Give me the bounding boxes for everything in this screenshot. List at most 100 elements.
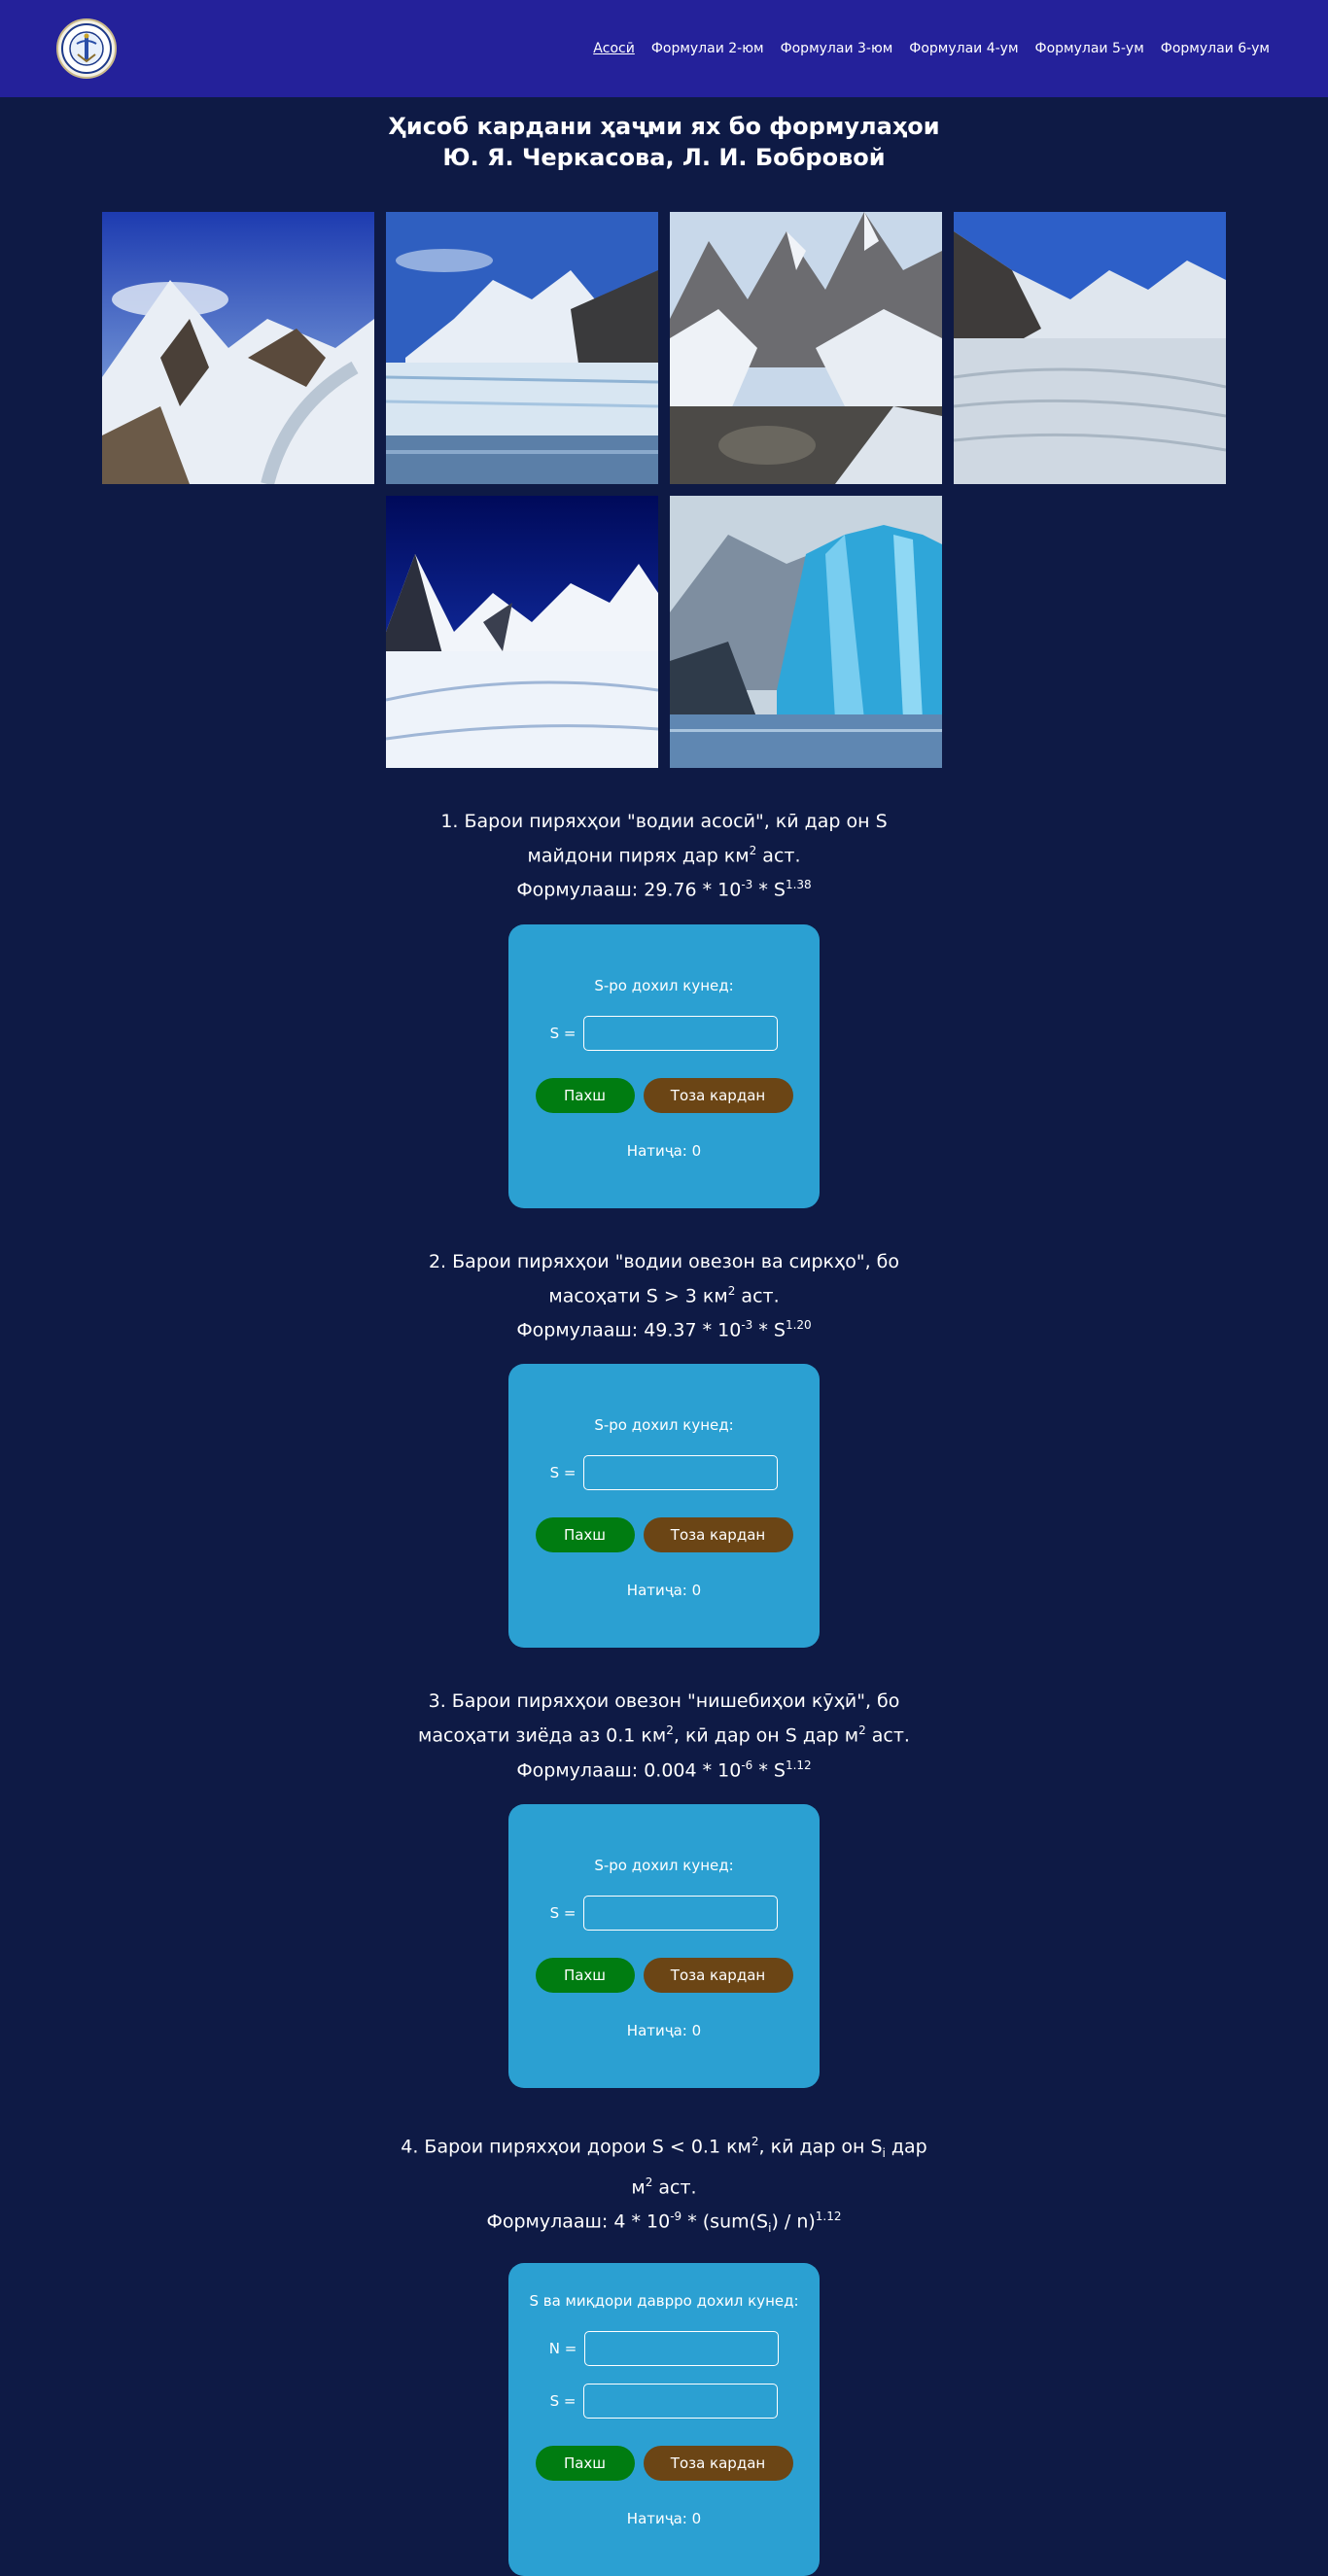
description-text: 4. Барои пиряхҳои дорои S < 0.1 км <box>401 2136 751 2158</box>
input-row: S = <box>508 2383 820 2419</box>
s-input[interactable] <box>583 2383 779 2419</box>
formula-text: * S <box>752 1758 786 1781</box>
formula-description: 3. Барои пиряхҳои овезон "нишебиҳои кӯҳӣ… <box>392 1687 936 1785</box>
page-title: Ҳисоб кардани ҳаҷми ях бо формулаҳои Ю. … <box>0 111 1328 173</box>
clear-button[interactable]: Тоза кардан <box>643 1517 793 1553</box>
superscript: 1.20 <box>785 1317 812 1332</box>
n-input-label: N = <box>548 2339 577 2357</box>
calculate-button[interactable]: Пахш <box>535 2445 635 2481</box>
clear-button[interactable]: Тоза кардан <box>643 2445 793 2481</box>
result-text: Натиҷа: 0 <box>626 2509 702 2527</box>
description-line: 4. Барои пиряхҳои дорои S < 0.1 км2, кӣ … <box>392 2127 936 2168</box>
description-line: масоҳати зиёда аз 0.1 км2, кӣ дар он S д… <box>392 1716 936 1750</box>
result-text: Натиҷа: 0 <box>626 1141 702 1160</box>
calculate-button[interactable]: Пахш <box>535 1077 635 1113</box>
description-text: аст. <box>735 1284 780 1306</box>
superscript: 2 <box>751 2134 759 2148</box>
glacier-gallery <box>100 212 1228 768</box>
formula-expression: Формулааш: 49.37 * 10-3 * S1.20 <box>392 1310 936 1344</box>
university-emblem-icon[interactable] <box>56 18 117 79</box>
calculator-card: S-ро дохил кунед: S = Пахш Тоза кардан Н… <box>508 923 820 1208</box>
formula-text: Формулааш: 49.37 * 10 <box>516 1319 742 1341</box>
glacier-ice-boulders-image <box>670 212 942 484</box>
formula-text: * S <box>752 1319 786 1341</box>
formula-section-3: 3. Барои пиряхҳои овезон "нишебиҳои кӯҳӣ… <box>0 1687 1328 2088</box>
calculate-button[interactable]: Пахш <box>535 1957 635 1993</box>
s-input[interactable] <box>583 1455 779 1491</box>
formula-section-1: 1. Барои пиряхҳои "водии асосӣ", кӣ дар … <box>0 807 1328 1208</box>
nav-link-formula-4[interactable]: Формулаи 4-ум <box>909 41 1018 56</box>
description-line: масоҳати S > 3 км2 аст. <box>392 1276 936 1310</box>
superscript: 1.12 <box>785 1758 812 1772</box>
calculator-card: S-ро дохил кунед: S = Пахш Тоза кардан Н… <box>508 1803 820 2088</box>
formula-description: 4. Барои пиряхҳои дорои S < 0.1 км2, кӣ … <box>392 2127 936 2244</box>
s-input-label: S = <box>549 2391 577 2410</box>
calculate-button[interactable]: Пахш <box>535 1517 635 1553</box>
superscript: 1.38 <box>785 878 812 892</box>
description-text: масоҳати S > 3 км <box>548 1284 728 1306</box>
input-prompt: S-ро дохил кунед: <box>594 1416 734 1435</box>
nav-link-formula-3[interactable]: Формулаи 3-юм <box>781 41 893 56</box>
description-line: 2. Барои пиряхҳои "водии овезон ва сиркҳ… <box>428 1250 900 1272</box>
formula-expression: Формулааш: 0.004 * 10-6 * S1.12 <box>392 1751 936 1785</box>
description-text: м <box>631 2176 646 2199</box>
superscript: -9 <box>670 2210 682 2224</box>
formula-description: 2. Барои пиряхҳои "водии овезон ва сиркҳ… <box>392 1247 936 1345</box>
description-line: майдони пирях дар км2 аст. <box>392 836 936 870</box>
superscript: -6 <box>741 1758 753 1772</box>
nav-link-home[interactable]: Асосӣ <box>593 41 635 56</box>
input-row: S = <box>508 1895 820 1931</box>
s-input-label: S = <box>549 1903 577 1922</box>
s-input-label: S = <box>549 1464 577 1482</box>
superscript: 1.12 <box>815 2210 842 2224</box>
button-row: Пахш Тоза кардан <box>508 2445 820 2481</box>
description-line: 3. Барои пиряхҳои овезон "нишебиҳои кӯҳӣ… <box>428 1690 900 1713</box>
description-text: аст. <box>865 1724 910 1747</box>
description-text: масоҳати зиёда аз 0.1 км <box>418 1724 667 1747</box>
result-text: Натиҷа: 0 <box>626 2021 702 2039</box>
button-row: Пахш Тоза кардан <box>508 1957 820 1993</box>
formula-text: Формулааш: 29.76 * 10 <box>516 879 742 901</box>
clear-button[interactable]: Тоза кардан <box>643 1077 793 1113</box>
nav-links: Асосӣ Формулаи 2-юм Формулаи 3-юм Формул… <box>593 41 1270 56</box>
calculator-card: S-ро дохил кунед: S = Пахш Тоза кардан Н… <box>508 1364 820 1649</box>
description-text: , кӣ дар он S <box>758 2136 883 2158</box>
glacier-blue-sky-image <box>386 496 658 768</box>
input-prompt: S-ро дохил кунед: <box>594 976 734 994</box>
nav-link-formula-6[interactable]: Формулаи 6-ум <box>1161 41 1270 56</box>
page-title-line2: Ю. Я. Черкасова, Л. И. Бобровой <box>442 144 886 171</box>
description-line: 1. Барои пиряхҳои "водии асосӣ", кӣ дар … <box>440 811 888 832</box>
formula-expression: Формулааш: 4 * 10-9 * (sum(Si) / n)1.12 <box>392 2202 936 2243</box>
formula-text: Формулааш: 0.004 * 10 <box>516 1758 742 1781</box>
superscript: 2 <box>666 1723 674 1738</box>
nav-link-formula-2[interactable]: Формулаи 2-юм <box>651 41 764 56</box>
result-text: Натиҷа: 0 <box>626 1582 702 1600</box>
navbar: Асосӣ Формулаи 2-юм Формулаи 3-юм Формул… <box>0 0 1328 97</box>
n-input[interactable] <box>584 2330 780 2366</box>
description-text: аст. <box>652 2176 697 2199</box>
description-text: , кӣ дар он S дар м <box>673 1724 859 1747</box>
input-row: S = <box>508 1455 820 1491</box>
nav-link-formula-5[interactable]: Формулаи 5-ум <box>1035 41 1144 56</box>
clear-button[interactable]: Тоза кардан <box>643 1957 793 1993</box>
superscript: -3 <box>741 1317 753 1332</box>
formula-text: Формулааш: 4 * 10 <box>486 2210 671 2233</box>
input-prompt: S ва миқдори даврро дохил кунед: <box>529 2291 799 2310</box>
formula-expression: Формулааш: 29.76 * 10-3 * S1.38 <box>392 870 936 904</box>
button-row: Пахш Тоза кардан <box>508 1517 820 1553</box>
calculator-card: S ва миқдори даврро дохил кунед: N = S =… <box>508 2262 820 2576</box>
glacier-valley-image <box>102 212 374 484</box>
glacier-snowfield-image <box>954 212 1226 484</box>
input-row: N = <box>508 2330 820 2366</box>
input-row: S = <box>508 1015 820 1051</box>
formula-text: * (sum(S <box>681 2210 769 2233</box>
description-text: дар <box>885 2136 927 2158</box>
formula-text: * S <box>752 879 786 901</box>
glacier-front-lake-image <box>386 212 658 484</box>
button-row: Пахш Тоза кардан <box>508 1077 820 1113</box>
s-input[interactable] <box>583 1015 779 1051</box>
page-title-line1: Ҳисоб кардани ҳаҷми ях бо формулаҳои <box>388 113 940 140</box>
input-prompt: S-ро дохил кунед: <box>594 1856 734 1874</box>
s-input[interactable] <box>583 1895 779 1931</box>
description-line: м2 аст. <box>392 2168 936 2202</box>
